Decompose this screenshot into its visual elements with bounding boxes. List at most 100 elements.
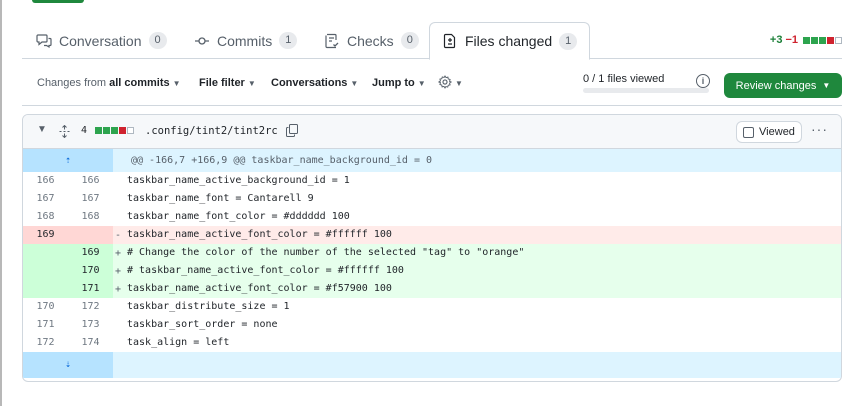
copy-icon[interactable] <box>286 124 298 137</box>
gear-icon <box>437 74 453 92</box>
diff-line-context: 167 167 taskbar_name_font = Cantarell 9 <box>23 190 841 208</box>
caret-down-icon: ▼ <box>350 78 359 88</box>
old-line-number[interactable]: 171 <box>23 316 68 334</box>
review-changes-button[interactable]: Review changes ▼ <box>724 73 842 98</box>
diff-sign: + <box>114 265 122 277</box>
code-line: taskbar_name_active_font_color = #ffffff… <box>127 229 392 240</box>
new-line-number[interactable]: 171 <box>68 280 113 298</box>
additions-count: +3 <box>769 34 783 46</box>
caret-down-icon: ▼ <box>822 81 831 90</box>
jump-to-label: Jump to <box>372 77 415 89</box>
code-line: taskbar_distribute_size = 1 <box>127 301 290 312</box>
code-line: taskbar_name_active_background_id = 1 <box>127 175 350 186</box>
file-filter-dropdown[interactable]: File filter ▼ <box>199 60 256 106</box>
new-line-number[interactable]: 174 <box>68 334 113 352</box>
tab-checks[interactable]: Checks 0 <box>324 22 419 59</box>
new-line-number[interactable]: 170 <box>68 262 113 280</box>
tab-label: Checks <box>347 32 394 49</box>
old-line-number[interactable]: 167 <box>23 190 68 208</box>
pr-diffstat: +3 −1 <box>770 34 842 46</box>
files-viewed-label: 0 / 1 files viewed <box>583 73 665 85</box>
diff-table: ⇡ @@ -166,7 +166,9 @@ taskbar_name_backg… <box>23 149 841 378</box>
new-line-number[interactable]: 173 <box>68 316 113 334</box>
caret-down-icon: ▼ <box>172 78 181 88</box>
expand-up-icon[interactable]: ⇡ <box>23 149 113 172</box>
viewed-label: Viewed <box>759 126 795 138</box>
conversations-label: Conversations <box>271 77 348 89</box>
new-line-number[interactable]: 169 <box>68 244 113 262</box>
code-line: taskbar_name_font_color = #dddddd 100 <box>127 211 350 222</box>
code-line: # Change the color of the number of the … <box>127 247 525 258</box>
file-diff: ▼ 4 .config/tint2/tint2rc Viewed ··· ⇡ @… <box>22 114 842 382</box>
caret-down-icon: ▼ <box>417 78 426 88</box>
code-line: task_align = left <box>127 337 230 348</box>
diff-line-context: 172 174 task_align = left <box>23 334 841 352</box>
new-line-number[interactable]: 172 <box>68 298 113 316</box>
changes-from-value: all commits <box>109 77 170 89</box>
changes-from-dropdown[interactable]: Changes from all commits ▼ <box>37 60 181 106</box>
tab-counter: 1 <box>559 32 578 50</box>
diff-sign: + <box>114 283 122 295</box>
file-header: ▼ 4 .config/tint2/tint2rc Viewed ··· <box>23 115 841 149</box>
tab-commits[interactable]: Commits 1 <box>194 22 298 59</box>
code-line: # taskbar_name_active_font_color = #ffff… <box>127 265 404 276</box>
expand-down-icon[interactable]: ⇣ <box>23 352 113 378</box>
files-viewed-bar <box>583 88 709 93</box>
old-line-number[interactable]: 166 <box>23 172 68 190</box>
old-line-number[interactable] <box>23 280 68 298</box>
diff-settings-dropdown[interactable]: ▼ <box>437 60 463 106</box>
hunk-header-text: @@ -166,7 +166,9 @@ taskbar_name_backgro… <box>131 155 433 166</box>
file-path-link[interactable]: .config/tint2/tint2rc <box>145 125 278 137</box>
new-line-number[interactable]: 168 <box>68 208 113 226</box>
tab-label: Conversation <box>59 32 142 49</box>
deletions-count: −1 <box>785 34 798 46</box>
new-line-number[interactable]: 167 <box>68 190 113 208</box>
tab-files-changed[interactable]: Files changed 1 <box>429 22 591 60</box>
top-button-edge <box>32 0 84 3</box>
conversations-dropdown[interactable]: Conversations ▼ <box>271 60 358 106</box>
tab-label: Commits <box>217 32 273 49</box>
checklist-icon <box>324 33 340 49</box>
old-line-number[interactable] <box>23 262 68 280</box>
review-changes-label: Review changes <box>735 79 817 92</box>
kebab-menu-icon[interactable]: ··· <box>811 121 828 137</box>
expand-all-icon[interactable] <box>59 124 70 141</box>
code-line: taskbar_name_active_font_color = #f57900… <box>127 283 392 294</box>
jump-to-dropdown[interactable]: Jump to ▼ <box>372 60 426 106</box>
old-line-number[interactable]: 169 <box>23 226 68 244</box>
window-edge <box>0 0 2 406</box>
tab-counter: 0 <box>148 32 167 49</box>
code-line: taskbar_name_font = Cantarell 9 <box>127 193 314 204</box>
changes-from-prefix: Changes from <box>37 77 107 89</box>
hunk-header-row: ⇡ @@ -166,7 +166,9 @@ taskbar_name_backg… <box>23 149 841 172</box>
tab-counter: 0 <box>400 32 419 49</box>
viewed-checkbox-button[interactable]: Viewed <box>736 121 802 143</box>
chevron-down-icon[interactable]: ▼ <box>37 124 47 135</box>
old-line-number[interactable]: 172 <box>23 334 68 352</box>
old-line-number[interactable] <box>23 244 68 262</box>
diff-line-context: 171 173 taskbar_sort_order = none <box>23 316 841 334</box>
tab-label: Files changed <box>465 33 553 49</box>
files-toolbar: Changes from all commits ▼ File filter ▼… <box>22 60 842 106</box>
diff-line-addition: 169 + # Change the color of the number of … <box>23 244 841 262</box>
pr-tab-bar: Conversation 0 Commits 1 Checks 0 Files … <box>22 22 842 60</box>
tab-conversation[interactable]: Conversation 0 <box>36 22 167 59</box>
file-filter-label: File filter <box>199 77 245 89</box>
diff-line-deletion: 169 - taskbar_name_active_font_color = #ff… <box>23 226 841 244</box>
old-line-number[interactable]: 170 <box>23 298 68 316</box>
checkbox[interactable] <box>743 126 755 138</box>
diff-sign: + <box>114 247 122 259</box>
files-viewed-progress: 0 / 1 files viewed <box>583 73 709 93</box>
git-commit-icon <box>194 33 210 49</box>
diff-line-addition: 171 + taskbar_name_active_font_color = #f5… <box>23 280 841 298</box>
new-line-number[interactable]: 166 <box>68 172 113 190</box>
info-icon[interactable]: i <box>696 74 710 88</box>
diff-sign: - <box>114 229 122 241</box>
diff-line-context: 170 172 taskbar_distribute_size = 1 <box>23 298 841 316</box>
old-line-number[interactable]: 168 <box>23 208 68 226</box>
expand-down-row: ⇣ <box>23 352 841 378</box>
file-diffstat-blocks <box>95 127 134 134</box>
diff-line-addition: 170 + # taskbar_name_active_font_color = #… <box>23 262 841 280</box>
tab-counter: 1 <box>279 32 298 49</box>
new-line-number[interactable] <box>68 226 113 244</box>
